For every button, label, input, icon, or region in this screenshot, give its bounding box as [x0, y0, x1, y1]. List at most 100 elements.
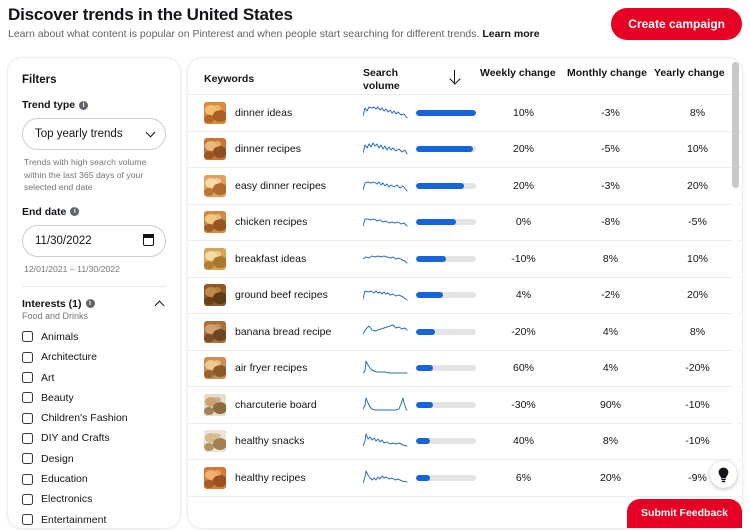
lightbulb-button[interactable]	[710, 461, 737, 488]
chevron-up-icon[interactable]	[154, 300, 165, 311]
keyword-cell[interactable]: dinner ideas	[188, 101, 363, 124]
search-volume-bar-track	[416, 474, 476, 481]
table-row[interactable]: healthy recipes 6% 20% -9%	[188, 460, 742, 497]
keyword-cell[interactable]: breakfast ideas	[188, 247, 363, 270]
search-volume-bar-fill	[416, 328, 435, 335]
search-volume-bar-track	[416, 401, 476, 408]
interest-checkbox-row[interactable]: Entertainment	[22, 510, 166, 529]
table-row[interactable]: ground beef recipes 4% -2% 20%	[188, 278, 742, 314]
column-header-weekly-change[interactable]: Weekly change	[480, 67, 567, 80]
learn-more-link[interactable]: Learn more	[482, 28, 539, 40]
column-header-monthly-change[interactable]: Monthly change	[567, 67, 654, 80]
keyword-cell[interactable]: healthy recipes	[188, 466, 363, 489]
interests-title: Interests (1) i	[22, 298, 95, 310]
yearly-change-cell: 8%	[689, 325, 706, 338]
weekly-change-cell: -10%	[511, 252, 536, 265]
sparkline-chart	[363, 433, 408, 447]
search-volume-cell	[416, 474, 480, 481]
keyword-label: healthy snacks	[235, 435, 305, 448]
keyword-cell[interactable]: ground beef recipes	[188, 284, 363, 307]
keyword-thumbnail	[204, 284, 226, 307]
keyword-cell[interactable]: healthy snacks	[188, 430, 363, 453]
keyword-cell[interactable]: chicken recipes	[188, 211, 363, 234]
checkbox-icon[interactable]	[22, 372, 33, 384]
arrow-down-icon	[453, 70, 456, 83]
interest-checkbox-row[interactable]: Animals	[22, 327, 166, 347]
table-scrollbar[interactable]	[732, 62, 739, 524]
trend-type-label-text: Trend type	[22, 99, 76, 111]
keyword-cell[interactable]: banana bread recipe	[188, 320, 363, 343]
info-icon[interactable]: i	[85, 299, 95, 309]
interest-checkbox-row[interactable]: Children's Fashion	[22, 408, 166, 428]
interest-checkbox-row[interactable]: Electronics	[22, 489, 166, 509]
sparkline-chart	[363, 181, 408, 192]
column-header-yearly-change[interactable]: Yearly change	[654, 67, 741, 80]
monthly-change-cell: -2%	[601, 289, 620, 302]
interest-checkbox-row[interactable]: Art	[22, 367, 166, 387]
submit-feedback-button[interactable]: Submit Feedback	[627, 499, 742, 528]
checkbox-icon[interactable]	[22, 432, 33, 444]
end-date-input[interactable]: 11/30/2022	[22, 224, 166, 257]
interest-checkbox-row[interactable]: DIY and Crafts	[22, 428, 166, 448]
monthly-change-cell: -8%	[601, 216, 620, 229]
info-icon[interactable]: i	[70, 207, 80, 217]
table-row[interactable]: dinner ideas 10% -3% 8%	[188, 95, 742, 132]
column-header-keywords[interactable]: Keywords	[188, 67, 363, 85]
table-row[interactable]: charcuterie board -30% 90% -10%	[188, 387, 742, 424]
yearly-change-cell: 10%	[686, 143, 708, 156]
keyword-thumbnail	[204, 320, 226, 343]
search-volume-bar-track	[416, 219, 476, 226]
checkbox-icon[interactable]	[22, 392, 33, 404]
end-date-value: 11/30/2022	[35, 234, 92, 247]
checkbox-icon[interactable]	[22, 473, 33, 485]
keyword-cell[interactable]: charcuterie board	[188, 393, 363, 416]
monthly-change-cell: -5%	[601, 143, 620, 156]
create-campaign-button[interactable]: Create campaign	[611, 8, 742, 40]
keyword-thumbnail-image	[204, 174, 226, 197]
table-row[interactable]: banana bread recipe -20% 4% 8%	[188, 314, 742, 351]
table-row[interactable]: easy dinner recipes 20% -3% 20%	[188, 168, 742, 205]
trend-type-select[interactable]: Top yearly trends	[22, 118, 166, 150]
search-volume-bar-track	[416, 182, 476, 189]
keyword-thumbnail	[204, 211, 226, 234]
table-row[interactable]: air fryer recipes 60% 4% -20%	[188, 351, 742, 387]
calendar-icon[interactable]	[142, 234, 154, 246]
date-range-text: 12/01/2021 – 11/30/2022	[24, 263, 120, 274]
checkbox-icon[interactable]	[22, 412, 33, 424]
keyword-cell[interactable]: air fryer recipes	[188, 357, 363, 380]
search-volume-bar-fill	[416, 365, 434, 372]
sparkline-cell	[363, 138, 416, 160]
checkbox-icon[interactable]	[22, 453, 33, 465]
keyword-cell[interactable]: easy dinner recipes	[188, 174, 363, 197]
keyword-label: chicken recipes	[235, 216, 308, 229]
interest-checkbox-row[interactable]: Beauty	[22, 388, 166, 408]
keyword-thumbnail	[204, 174, 226, 197]
table-header-row: Keywords Search volume Weekly change Mon…	[188, 58, 742, 95]
scrollbar-thumb[interactable]	[732, 62, 739, 188]
table-row[interactable]: breakfast ideas -10% 8% 10%	[188, 241, 742, 278]
column-header-search-volume[interactable]: Search volume	[363, 67, 429, 93]
keyword-label: dinner ideas	[235, 106, 293, 119]
table-row[interactable]: chicken recipes 0% -8% -5%	[188, 205, 742, 241]
interest-checkbox-row[interactable]: Education	[22, 469, 166, 489]
trends-table-body: dinner ideas 10% -3% 8% dinner recipes 20% -5%…	[188, 95, 742, 528]
interest-checkbox-row[interactable]: Architecture	[22, 347, 166, 367]
sparkline-chart	[363, 106, 408, 119]
checkbox-icon[interactable]	[22, 351, 33, 363]
sparkline-cell	[363, 248, 416, 270]
checkbox-icon[interactable]	[22, 493, 33, 505]
table-row[interactable]: dinner recipes 20% -5% 10%	[188, 132, 742, 168]
keyword-thumbnail	[204, 101, 226, 124]
interest-label: Entertainment	[41, 513, 107, 526]
interest-checkbox-row[interactable]: Design	[22, 449, 166, 469]
checkbox-icon[interactable]	[22, 331, 33, 343]
checkbox-icon[interactable]	[22, 514, 33, 526]
keyword-cell[interactable]: dinner recipes	[188, 138, 363, 161]
table-row[interactable]: healthy snacks 40% 8% -10%	[188, 424, 742, 460]
info-icon[interactable]: i	[79, 100, 89, 110]
interests-header[interactable]: Interests (1) i	[22, 298, 166, 311]
sort-indicator[interactable]	[429, 67, 480, 86]
weekly-change-cell: 20%	[512, 179, 534, 192]
sidebar-divider	[22, 285, 166, 287]
yearly-change-cell: 8%	[689, 106, 706, 119]
